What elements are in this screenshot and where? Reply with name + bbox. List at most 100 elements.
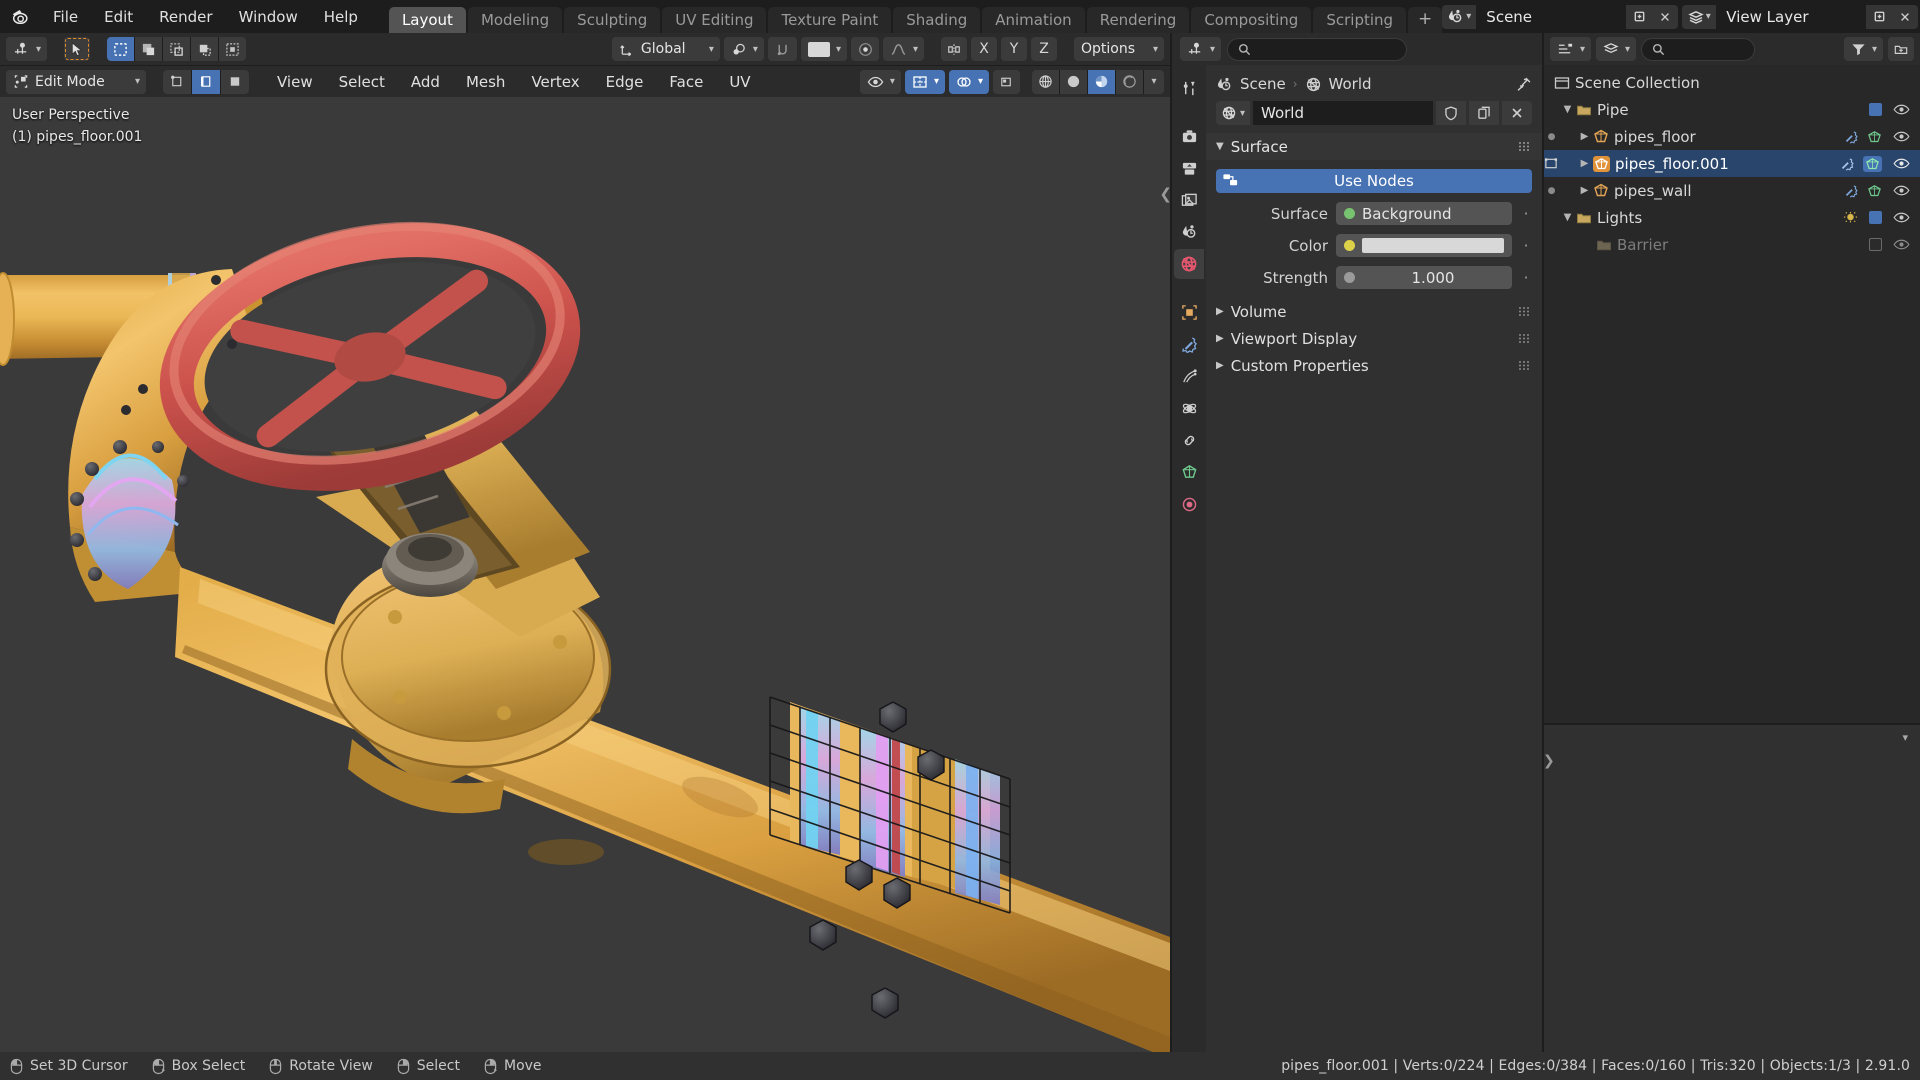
menu-window[interactable]: Window	[226, 4, 311, 30]
scene-selector[interactable]: ▾ Scene	[1442, 4, 1679, 29]
select-set-button[interactable]	[107, 37, 135, 61]
solid-shading-button[interactable]	[1060, 69, 1087, 94]
color-swatch[interactable]	[1362, 238, 1504, 253]
scene-icon[interactable]: ▾	[1442, 4, 1477, 29]
mirror-x-toggle[interactable]: X	[971, 37, 997, 61]
surface-animate-dot[interactable]: ·	[1520, 205, 1532, 221]
eye-icon[interactable]	[1893, 184, 1910, 197]
outliner-filter-dropdown[interactable]: ▾	[1843, 37, 1883, 61]
outliner-new-collection-button[interactable]	[1888, 37, 1914, 61]
triangle-right-icon[interactable]: ▶	[1576, 185, 1593, 196]
mesh-data-icon[interactable]	[1867, 184, 1882, 198]
menu-add[interactable]: Add	[400, 70, 451, 94]
tab-object-data[interactable]	[1174, 457, 1204, 487]
face-select-mode-button[interactable]	[221, 69, 249, 94]
menu-uv[interactable]: UV	[718, 70, 761, 94]
panel-grip-icon[interactable]	[1518, 360, 1532, 371]
browse-world-button[interactable]: ▾	[1216, 101, 1250, 125]
triangle-down-icon[interactable]: ▼	[1559, 104, 1576, 115]
tab-view-layer[interactable]	[1174, 185, 1204, 215]
breadcrumb-world-label[interactable]: World	[1329, 75, 1372, 93]
tab-object[interactable]	[1174, 297, 1204, 327]
fake-user-button[interactable]	[1436, 101, 1466, 125]
outliner-row-pipes-floor-001[interactable]: ▶ pipes_floor.001	[1544, 150, 1920, 177]
mesh-data-icon[interactable]	[1867, 130, 1882, 144]
proportional-falloff-dropdown[interactable]: ▾	[882, 37, 924, 61]
remove-viewlayer-button[interactable]	[1892, 4, 1919, 29]
modifier-icon[interactable]	[1844, 130, 1859, 144]
color-animate-dot[interactable]: ·	[1520, 237, 1532, 253]
outliner-row-scene-collection[interactable]: Scene Collection	[1544, 69, 1920, 96]
viewport-canvas[interactable]: User Perspective (1) pipes_floor.001 ❮	[0, 97, 1170, 1052]
snap-toggle[interactable]	[767, 37, 797, 61]
triangle-down-icon[interactable]: ▼	[1559, 212, 1576, 223]
select-invert-button[interactable]	[191, 37, 219, 61]
lower-panel-editor[interactable]: ▾ ❯	[1543, 725, 1920, 1052]
mode-selector[interactable]: Edit Mode ▾	[6, 69, 146, 94]
new-world-button[interactable]	[1469, 101, 1499, 125]
collection-checkbox[interactable]	[1869, 238, 1882, 251]
unlink-world-button[interactable]	[1502, 101, 1532, 125]
vertex-select-mode-button[interactable]	[163, 69, 191, 94]
triangle-right-icon[interactable]: ▶	[1576, 158, 1593, 169]
shading-options-dropdown[interactable]: ▾	[1144, 69, 1164, 94]
tab-sculpting[interactable]: Sculpting	[564, 7, 661, 33]
chevron-down-icon[interactable]: ▾	[1902, 731, 1908, 744]
modifier-icon[interactable]	[1844, 184, 1859, 198]
proportional-editing-toggle[interactable]	[850, 37, 879, 61]
outliner-row-lights[interactable]: ▼ Lights	[1544, 204, 1920, 231]
select-subtract-button[interactable]	[163, 37, 191, 61]
mirror-z-toggle[interactable]: Z	[1031, 37, 1057, 61]
tab-tool[interactable]	[1174, 73, 1204, 103]
mesh-data-icon[interactable]	[1863, 155, 1882, 172]
tab-shading[interactable]: Shading	[893, 7, 981, 33]
eye-icon[interactable]	[1893, 238, 1910, 251]
gizmo-toggle[interactable]	[993, 69, 1020, 94]
tab-animation[interactable]: Animation	[982, 7, 1085, 33]
collection-checkbox[interactable]	[1869, 211, 1882, 224]
tab-world[interactable]	[1174, 249, 1204, 279]
new-viewlayer-button[interactable]	[1866, 4, 1893, 29]
eye-icon[interactable]	[1893, 130, 1910, 143]
add-workspace-button[interactable]: +	[1408, 7, 1443, 33]
panel-expand-arrow-icon[interactable]: ❯	[1543, 753, 1555, 769]
tab-uv-editing[interactable]: UV Editing	[662, 7, 767, 33]
modifier-icon[interactable]	[1840, 157, 1855, 171]
blender-logo-icon[interactable]	[8, 4, 34, 30]
menu-file[interactable]: File	[40, 4, 91, 30]
outliner-row-pipes-floor[interactable]: ● ▶ pipes_floor	[1544, 123, 1920, 150]
world-name-field[interactable]: World	[1253, 101, 1433, 125]
panel-viewport-display-header[interactable]: ▶ Viewport Display	[1206, 325, 1542, 352]
strength-slider[interactable]: 1.000	[1336, 266, 1512, 289]
edge-select-mode-button[interactable]	[192, 69, 220, 94]
pivot-point-dropdown[interactable]: ▾	[723, 37, 764, 61]
tab-modifier[interactable]	[1174, 329, 1204, 359]
tab-constraints[interactable]	[1174, 425, 1204, 455]
use-nodes-button[interactable]: Use Nodes	[1216, 169, 1532, 193]
select-intersect-button[interactable]	[219, 37, 247, 61]
mirror-x-button[interactable]	[941, 37, 967, 61]
menu-vertex[interactable]: Vertex	[520, 70, 590, 94]
panel-custom-properties-header[interactable]: ▶ Custom Properties	[1206, 352, 1542, 379]
delete-scene-button[interactable]	[1652, 4, 1679, 29]
tab-compositing[interactable]: Compositing	[1191, 7, 1312, 33]
collection-checkbox[interactable]	[1869, 103, 1882, 116]
editor-type-selector[interactable]: ▾	[6, 37, 48, 61]
tab-particles[interactable]	[1174, 361, 1204, 391]
menu-face[interactable]: Face	[658, 70, 714, 94]
properties-search-input[interactable]	[1227, 37, 1408, 61]
surface-shader-dropdown[interactable]: Background	[1336, 202, 1512, 225]
panel-volume-header[interactable]: ▶ Volume	[1206, 298, 1542, 325]
tab-texture-paint[interactable]: Texture Paint	[768, 7, 892, 33]
wireframe-shading-button[interactable]	[1032, 69, 1059, 94]
overlays-dropdown[interactable]: ▾	[948, 69, 989, 94]
eye-icon[interactable]	[1893, 103, 1910, 116]
properties-editor-type-selector[interactable]: ▾	[1180, 37, 1222, 61]
tab-physics[interactable]	[1174, 393, 1204, 423]
tab-modeling[interactable]: Modeling	[467, 7, 563, 33]
new-scene-button[interactable]	[1626, 4, 1653, 29]
tab-material[interactable]	[1174, 489, 1204, 519]
snap-settings-dropdown[interactable]: ▾	[800, 37, 847, 61]
menu-render[interactable]: Render	[146, 4, 225, 30]
tab-scripting[interactable]: Scripting	[1313, 7, 1407, 33]
